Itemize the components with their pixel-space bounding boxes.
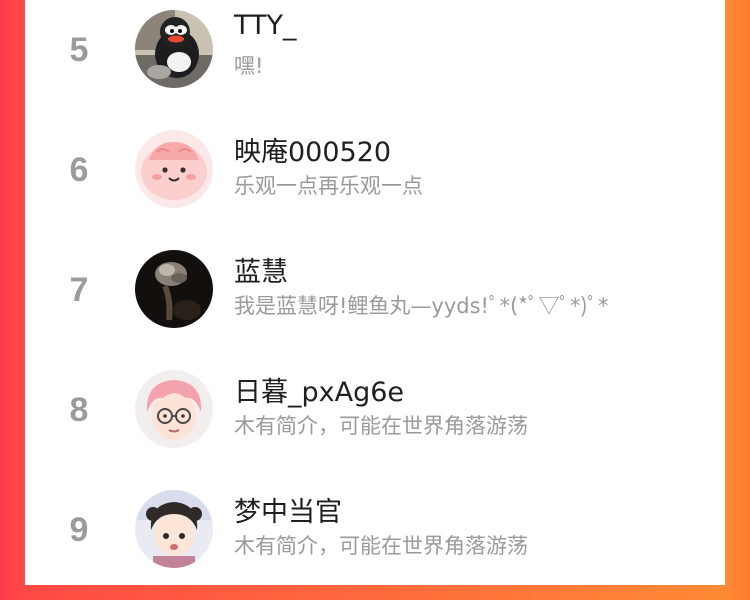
ranking-row[interactable]: 7 蓝慧 我是蓝慧呀!鲤鱼丸—yyds!ﾟ*(*ﾟ▽ﾟ*)ﾟ* <box>25 240 725 360</box>
user-name[interactable]: 梦中当官 <box>234 490 342 529</box>
user-bio: 嘿! <box>234 54 264 78</box>
user-name[interactable]: 蓝慧 <box>234 250 288 289</box>
ranking-list-card: 5 TTY_ 嘿! 6 映庵000520 乐观一点再乐观一点 7 蓝慧 我是蓝慧… <box>25 0 725 585</box>
penguin-plush-avatar[interactable] <box>135 10 213 88</box>
rank-number: 6 <box>69 151 89 189</box>
rank-number: 5 <box>69 31 89 69</box>
rank-number: 9 <box>69 511 89 549</box>
user-bio: 木有简介，可能在世界角落游荡 <box>234 534 528 558</box>
user-bio: 我是蓝慧呀!鲤鱼丸—yyds!ﾟ*(*ﾟ▽ﾟ*)ﾟ* <box>234 294 609 318</box>
user-name[interactable]: TTY_ <box>234 10 297 41</box>
user-name[interactable]: 日暮_pxAg6e <box>234 370 404 409</box>
ranking-row[interactable]: 8 日暮_pxAg6e 木有简介，可能在世界角落游荡 <box>25 360 725 480</box>
ranking-row[interactable]: 9 梦中当官 木有简介，可能在世界角落游荡 <box>25 480 725 600</box>
ranking-row[interactable]: 6 映庵000520 乐观一点再乐观一点 <box>25 120 725 240</box>
rank-number: 8 <box>69 391 89 429</box>
rank-number: 7 <box>69 271 89 309</box>
user-name[interactable]: 映庵000520 <box>234 130 391 169</box>
pink-blob-avatar[interactable] <box>135 130 213 208</box>
user-bio: 乐观一点再乐观一点 <box>234 174 423 198</box>
user-bio: 木有简介，可能在世界角落游荡 <box>234 414 528 438</box>
dark-smoke-avatar[interactable] <box>135 250 213 328</box>
ranking-row[interactable]: 5 TTY_ 嘿! <box>25 0 725 120</box>
cartoon-glasses-boy-avatar[interactable] <box>135 370 213 448</box>
cartoon-child-avatar[interactable] <box>135 490 213 568</box>
